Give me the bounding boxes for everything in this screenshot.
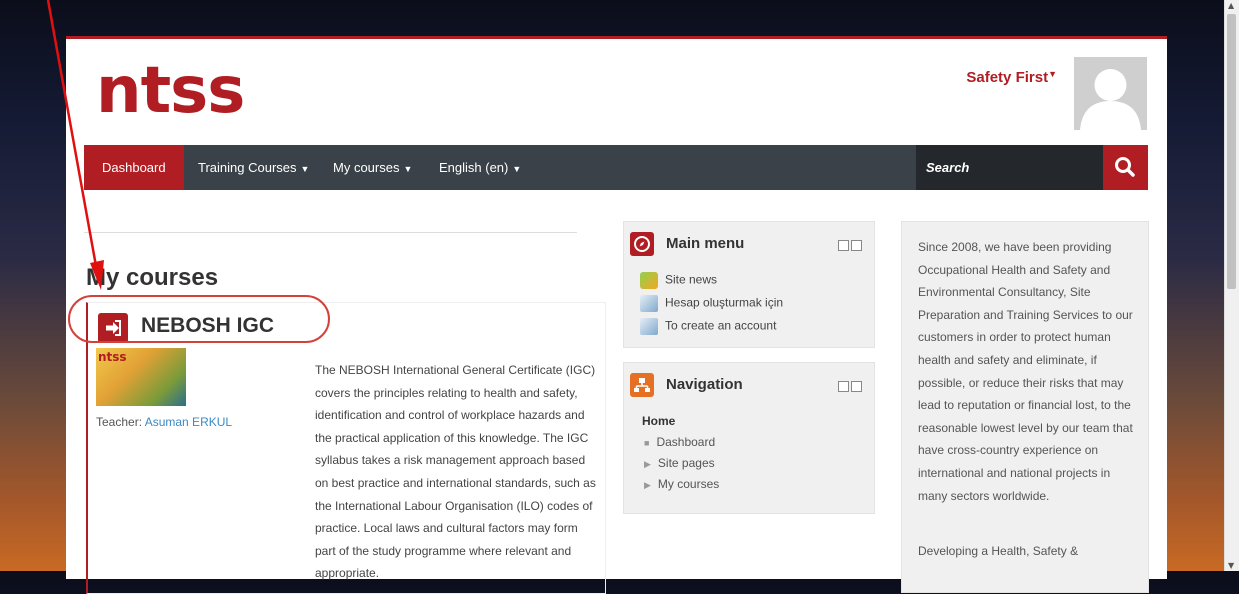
scroll-up-arrow-icon[interactable]: ▲ bbox=[1228, 1, 1234, 10]
scroll-down-arrow-icon[interactable]: ▼ bbox=[1228, 561, 1234, 570]
annotation-arrow bbox=[46, 0, 104, 290]
scrollbar-thumb[interactable] bbox=[1227, 14, 1236, 289]
scrollbar[interactable]: ▲ ▼ bbox=[1224, 0, 1239, 571]
